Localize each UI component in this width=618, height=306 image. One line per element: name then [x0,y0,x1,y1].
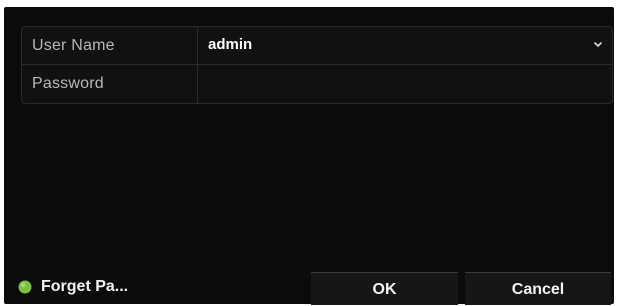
username-select[interactable]: admin [208,27,252,64]
password-row: Password [22,65,612,102]
login-form: User Name admin Password [21,26,613,104]
password-field[interactable] [198,65,612,102]
cancel-button[interactable]: Cancel [465,272,611,305]
username-label: User Name [32,37,115,54]
forget-password-label: Forget Pa... [41,278,129,295]
ok-button[interactable]: OK [311,272,458,305]
green-dot-icon [18,280,32,294]
chevron-down-icon[interactable] [592,38,604,50]
username-row: User Name admin [22,27,612,64]
login-dialog: User Name admin Password Forget Pa... OK… [4,7,614,305]
password-label: Password [32,75,104,92]
forget-password-link[interactable]: Forget Pa... [18,275,128,299]
